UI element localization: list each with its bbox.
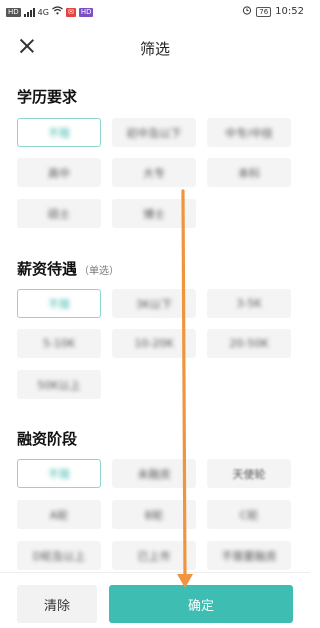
option-label: 不需要融资 bbox=[221, 549, 277, 563]
option-label: 不限 bbox=[48, 126, 70, 140]
option-chip[interactable]: 不限 bbox=[17, 118, 101, 147]
option-chip[interactable]: 硕士 bbox=[17, 199, 101, 228]
nav-bar: 筛选 bbox=[0, 28, 310, 64]
option-chip[interactable]: 天使轮 bbox=[207, 459, 291, 488]
option-label: D轮及以上 bbox=[32, 549, 86, 563]
app-notification-icon: ✉ bbox=[65, 7, 76, 17]
hd-badge: HD bbox=[6, 7, 21, 17]
battery-indicator: 76 bbox=[256, 6, 272, 17]
section-education-label: 学历要求 bbox=[17, 88, 78, 106]
confirm-button[interactable]: 确定 bbox=[109, 585, 293, 623]
section-title-education: 学历要求 bbox=[17, 86, 77, 107]
option-label: 本科 bbox=[238, 166, 260, 180]
option-label: 博士 bbox=[143, 207, 165, 221]
option-chip[interactable]: D轮及以上 bbox=[17, 541, 101, 570]
option-label: 3-5K bbox=[236, 297, 262, 310]
option-chip[interactable]: B轮 bbox=[112, 500, 196, 529]
option-chip[interactable]: 5-10K bbox=[17, 329, 101, 358]
signal-icon bbox=[23, 7, 35, 17]
option-chip[interactable]: 初中及以下 bbox=[112, 118, 196, 147]
option-label: 中专/中技 bbox=[225, 126, 273, 140]
option-chip[interactable]: 不限 bbox=[17, 289, 101, 318]
option-chip[interactable]: 3K以下 bbox=[112, 289, 196, 318]
section-funding-label: 融资阶段 bbox=[17, 430, 78, 448]
bottom-action-bar: 清除 确定 bbox=[0, 572, 310, 628]
option-chip[interactable]: 高中 bbox=[17, 158, 101, 187]
option-chip[interactable]: 10-20K bbox=[112, 329, 196, 358]
option-chip[interactable]: 已上市 bbox=[112, 541, 196, 570]
option-chip[interactable]: 本科 bbox=[207, 158, 291, 187]
section-title-funding: 融资阶段 bbox=[17, 428, 77, 449]
option-label: 10-20K bbox=[134, 337, 174, 350]
hd-badge-2: HD bbox=[78, 7, 94, 17]
option-label: 3K以下 bbox=[135, 297, 173, 311]
alarm-icon bbox=[242, 5, 252, 18]
option-label: 20-50K bbox=[229, 337, 269, 350]
option-label: 50K以上 bbox=[37, 378, 81, 392]
option-chip[interactable]: 博士 bbox=[112, 199, 196, 228]
option-label: 高中 bbox=[48, 166, 70, 180]
option-label: B轮 bbox=[144, 508, 164, 522]
option-label: 大专 bbox=[143, 166, 165, 180]
option-label: C轮 bbox=[239, 508, 259, 522]
option-label: 不限 bbox=[48, 297, 70, 311]
clear-button[interactable]: 清除 bbox=[17, 585, 97, 623]
option-chip[interactable]: 不限 bbox=[17, 459, 101, 488]
option-label: 硕士 bbox=[48, 207, 70, 221]
option-chip[interactable]: 50K以上 bbox=[17, 370, 101, 399]
option-chip[interactable]: A轮 bbox=[17, 500, 101, 529]
option-chip[interactable]: 3-5K bbox=[207, 289, 291, 318]
option-chip[interactable]: C轮 bbox=[207, 500, 291, 529]
clock: 10:52 bbox=[275, 6, 304, 17]
option-label: 天使轮 bbox=[232, 467, 266, 481]
wifi-icon bbox=[52, 6, 63, 18]
option-label: 未融资 bbox=[137, 467, 171, 481]
section-salary-label: 薪资待遇 bbox=[17, 260, 78, 278]
page-title: 筛选 bbox=[139, 40, 170, 58]
option-chip[interactable]: 不需要融资 bbox=[207, 541, 291, 570]
single-choice-hint: （单选） bbox=[79, 266, 120, 277]
option-chip[interactable]: 20-50K bbox=[207, 329, 291, 358]
status-bar: HD 4G ✉ HD 76 10:52 bbox=[0, 0, 310, 24]
option-label: 不限 bbox=[48, 467, 70, 481]
option-label: 已上市 bbox=[137, 549, 171, 563]
option-label: A轮 bbox=[49, 508, 69, 522]
section-title-salary: 薪资待遇 （单选） bbox=[17, 258, 119, 279]
option-label: 5-10K bbox=[42, 337, 76, 350]
option-chip[interactable]: 未融资 bbox=[112, 459, 196, 488]
option-chip[interactable]: 大专 bbox=[112, 158, 196, 187]
option-chip[interactable]: 中专/中技 bbox=[207, 118, 291, 147]
network-label: 4G bbox=[37, 7, 49, 17]
option-label: 初中及以下 bbox=[126, 126, 182, 140]
